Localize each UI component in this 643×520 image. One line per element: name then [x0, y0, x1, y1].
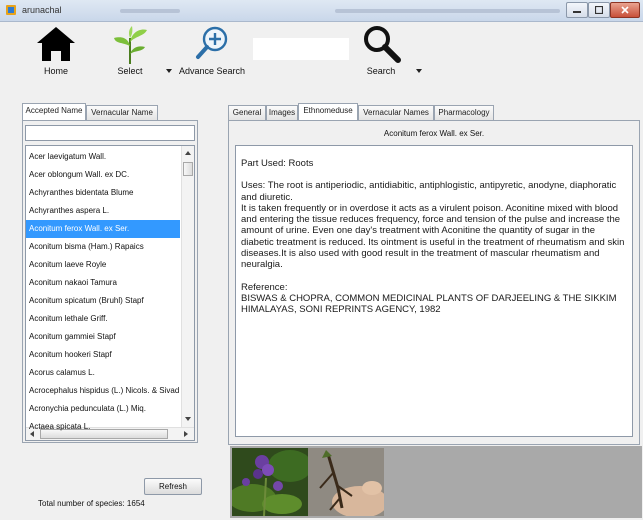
toolbar: Home Select Advance Search Search: [0, 22, 643, 82]
species-panel: Acer laevigatum Wall. Acer oblongum Wall.…: [22, 120, 198, 443]
species-list-item[interactable]: Acer laevigatum Wall.: [26, 148, 180, 166]
zoom-in-icon: [196, 26, 228, 59]
flower-photo-graphic: [232, 448, 308, 516]
detail-panel: Aconitum ferox Wall. ex Ser. Part Used: …: [228, 120, 640, 445]
vertical-scrollbar[interactable]: [181, 146, 194, 428]
species-list-item[interactable]: Acer oblongum Wall. ex DC.: [26, 166, 180, 184]
window-title: arunachal: [22, 5, 62, 15]
reference-label: Reference:: [241, 281, 288, 293]
species-title: Aconitum ferox Wall. ex Ser.: [383, 129, 485, 138]
blurred-title-text: [335, 9, 560, 13]
toolbar-blank-field: [253, 38, 349, 60]
reference-text: BISWAS & CHOPRA, COMMON MEDICINAL PLANTS…: [241, 292, 617, 316]
part-used-text: Part Used: Roots: [241, 158, 314, 169]
tab-pharmacology[interactable]: Pharmacology: [434, 105, 494, 120]
tab-vernacular-name[interactable]: Vernacular Name: [86, 105, 158, 120]
species-list-item[interactable]: Aconitum lethale Griff.: [26, 310, 180, 328]
search-button[interactable]: Search: [354, 22, 408, 82]
app-icon: [6, 5, 16, 15]
species-list-item[interactable]: Achyranthes bidentata Blume: [26, 184, 180, 202]
root-photo[interactable]: [308, 448, 384, 516]
species-list-item[interactable]: Actephila excelsa (Dalz.) Muell. Arg.: [26, 436, 180, 440]
species-list-item[interactable]: Acronychia pedunculata (L.) Miq.: [26, 400, 180, 418]
ethnomeduse-text-box[interactable]: Part Used: Roots Uses: The root is antip…: [235, 145, 633, 437]
search-icon: [364, 26, 401, 63]
species-list-item[interactable]: Acrocephalus hispidus (L.) Nicols. & Siv…: [26, 382, 180, 400]
maximize-icon: [595, 6, 603, 14]
select-label: Select: [117, 66, 143, 76]
scroll-down-arrow[interactable]: [185, 417, 191, 421]
home-label: Home: [43, 66, 68, 76]
species-list-item[interactable]: Achyranthes aspera L.: [26, 202, 180, 220]
right-tab-strip: General Images Ethnomeduse Vernacular Na…: [228, 103, 640, 120]
home-icon: [37, 27, 75, 61]
tab-accepted-name[interactable]: Accepted Name: [22, 103, 86, 120]
uses-text: Uses: The root is antiperiodic, antidiab…: [241, 180, 617, 203]
title-bar: arunachal: [0, 0, 643, 22]
left-tab-strip: Accepted Name Vernacular Name: [22, 103, 198, 120]
species-list-item[interactable]: Acorus calamus L.: [26, 364, 180, 382]
tab-images[interactable]: Images: [266, 105, 298, 120]
advance-search-label: Advance Search: [178, 66, 246, 76]
species-list-item[interactable]: Actaea spicata L.: [26, 418, 180, 436]
uses-detail-text: It is taken frequently or in overdose it…: [241, 202, 625, 271]
total-species-count: Total number of species: 1654: [38, 499, 145, 508]
select-dropdown-arrow[interactable]: [166, 69, 172, 73]
minimize-icon: [573, 11, 581, 13]
minimize-button[interactable]: [566, 2, 588, 18]
search-label: Search: [366, 66, 396, 76]
species-filter-input[interactable]: [25, 125, 195, 141]
species-list-item[interactable]: Aconitum nakaoi Tamura: [26, 274, 180, 292]
tab-ethnomeduse[interactable]: Ethnomeduse: [298, 103, 358, 120]
species-list-item[interactable]: Aconitum hookeri Stapf: [26, 346, 180, 364]
vertical-scroll-thumb[interactable]: [183, 162, 193, 176]
close-button[interactable]: [610, 2, 640, 18]
image-strip: [230, 446, 642, 518]
species-list-item[interactable]: Aconitum laeve Royle: [26, 256, 180, 274]
plant-icon: [114, 26, 147, 64]
species-list[interactable]: Acer laevigatum Wall. Acer oblongum Wall.…: [25, 145, 195, 441]
scroll-right-arrow[interactable]: [184, 431, 188, 437]
maximize-button[interactable]: [588, 2, 610, 18]
tab-general[interactable]: General: [228, 105, 266, 120]
scroll-up-arrow[interactable]: [185, 151, 191, 155]
species-list-item[interactable]: Aconitum gammiei Stapf: [26, 328, 180, 346]
species-list-item[interactable]: Aconitum bisma (Ham.) Rapaics: [26, 238, 180, 256]
blurred-title-text: [120, 9, 180, 13]
flower-photo[interactable]: [232, 448, 308, 516]
refresh-button[interactable]: Refresh: [144, 478, 202, 495]
home-button[interactable]: Home: [30, 22, 82, 82]
tab-vernacular-names[interactable]: Vernacular Names: [358, 105, 434, 120]
advance-search-button[interactable]: Advance Search: [178, 22, 246, 82]
species-list-item[interactable]: Aconitum spicatum (Bruhl) Stapf: [26, 292, 180, 310]
search-dropdown-arrow[interactable]: [416, 69, 422, 73]
root-photo-graphic: [308, 448, 384, 516]
species-list-item[interactable]: Aconitum ferox Wall. ex Ser.: [26, 220, 180, 238]
close-icon: [621, 6, 629, 14]
select-button[interactable]: Select: [104, 22, 156, 82]
